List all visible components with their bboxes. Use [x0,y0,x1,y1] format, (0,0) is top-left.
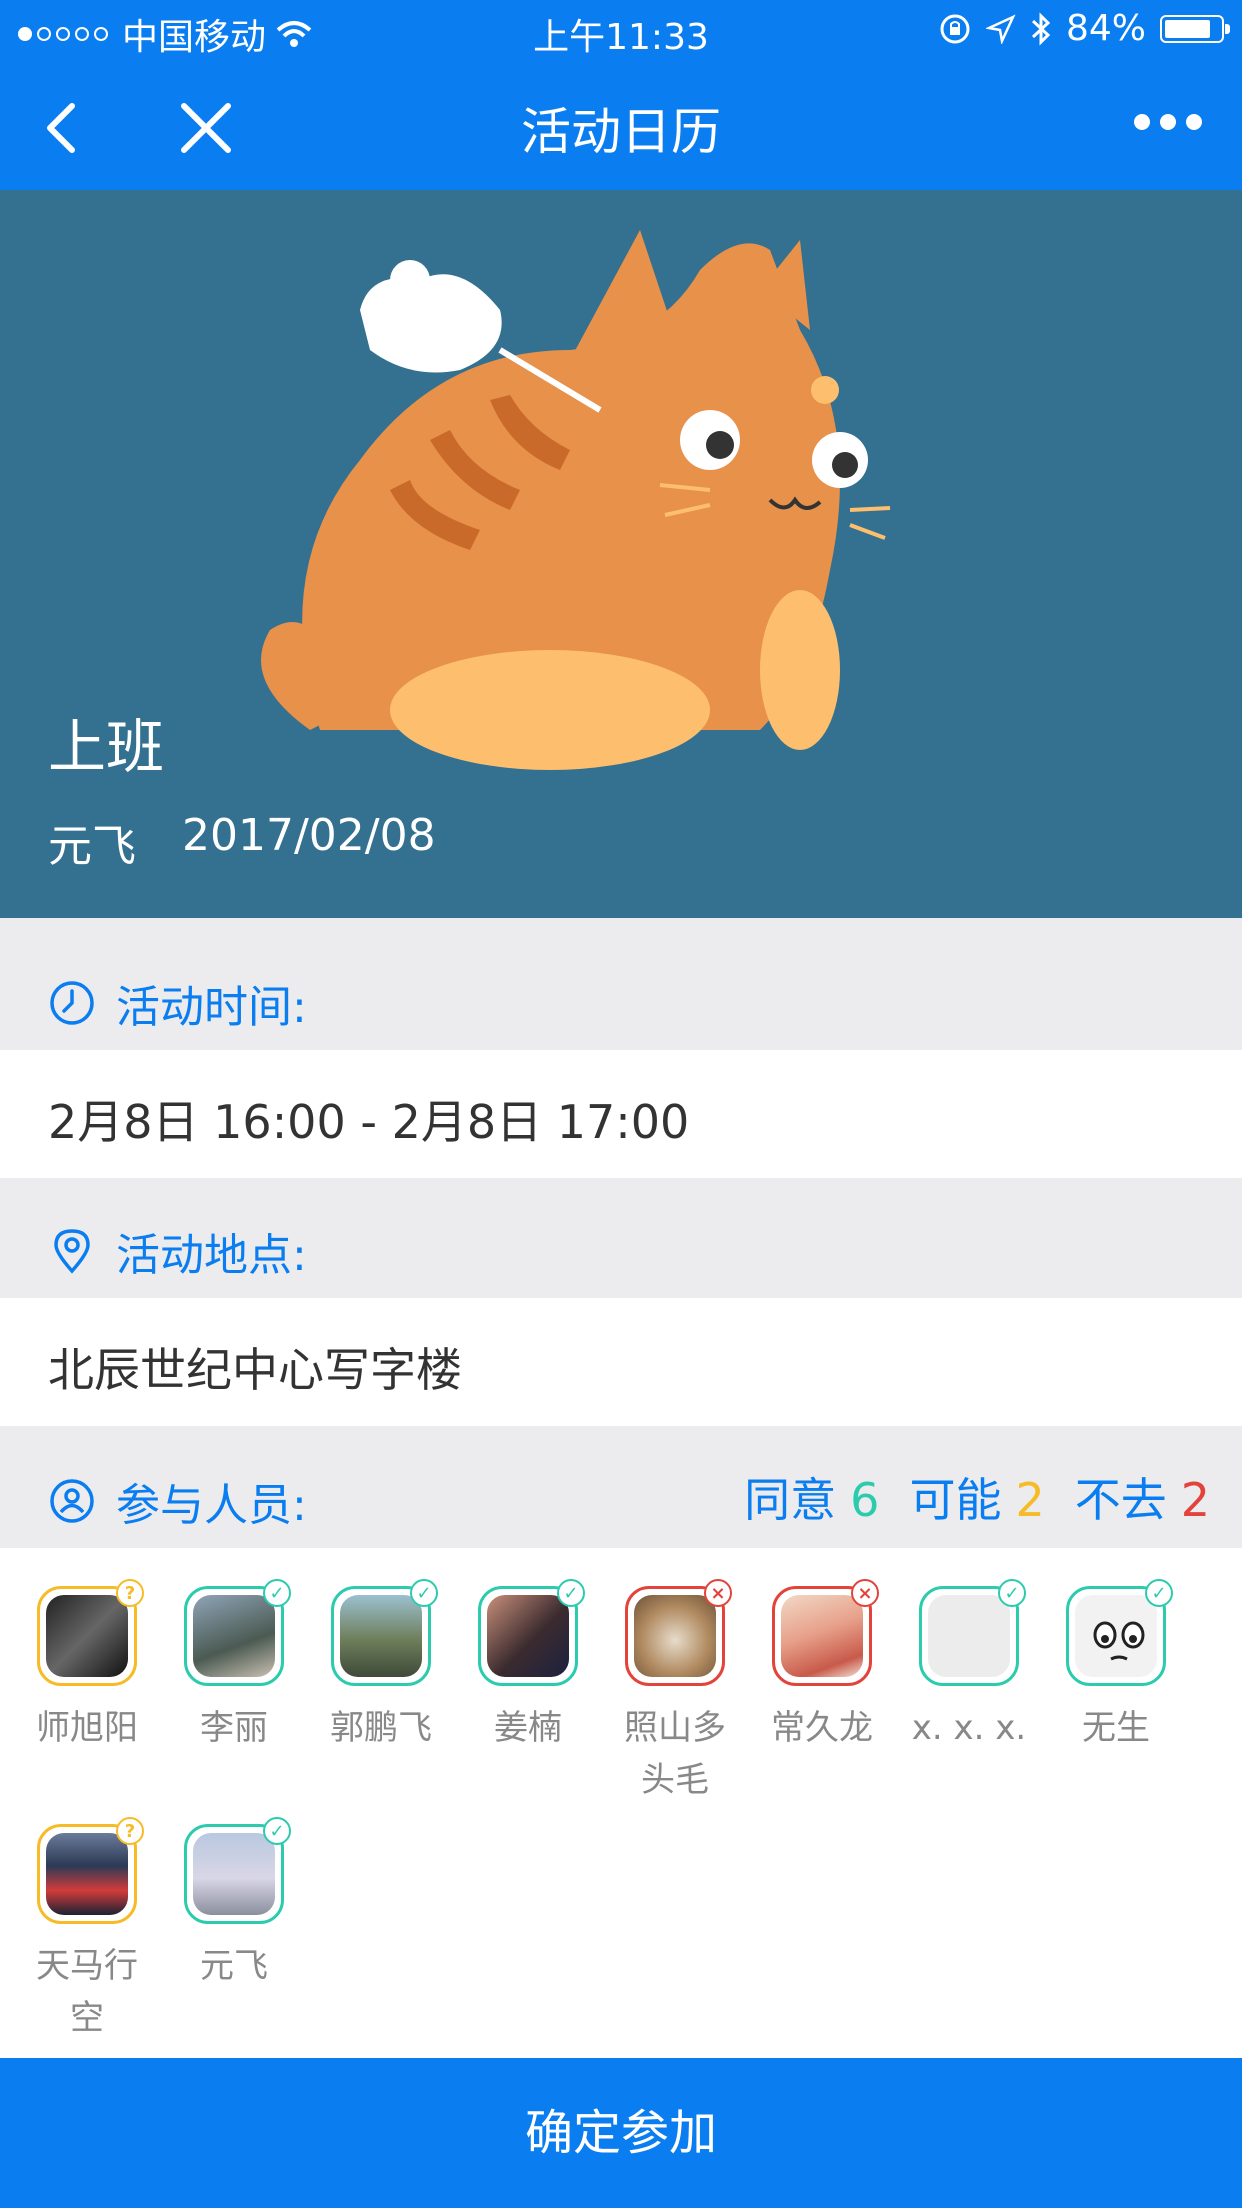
participant-item[interactable]: ? 师旭阳 [14,1579,160,1754]
decline-count: 2 [1180,1473,1210,1527]
status-bar-right: 84% [938,8,1230,49]
avatar: ✓ [184,1817,291,1924]
participants-label: 参与人员: [116,1480,307,1531]
avatar: ✓ [184,1579,291,1686]
place-section-header: 活动地点: [0,1178,1242,1298]
agree-badge-icon: ✓ [557,1579,585,1607]
participant-item[interactable]: ✓ x. x. x. [896,1579,1042,1754]
participant-name: 元飞 [200,1946,268,1986]
maybe-stat[interactable]: 可能 2 [909,1464,1044,1530]
rotation-lock-icon [940,14,970,43]
participant-item[interactable]: ✓ 郭鹏飞 [308,1579,454,1754]
event-time: 2月8日 16:00 - 2月8日 17:00 [48,1095,690,1149]
cat-illustration [261,230,891,770]
status-bar: 中国移动 上午11:33 84% [0,0,1242,64]
time-section-value: 2月8日 16:00 - 2月8日 17:00 [0,1050,1242,1178]
participant-name: 李丽 [200,1708,268,1748]
participant-item[interactable]: × 常久龙 [749,1579,895,1754]
event-title: 上班 [48,713,165,781]
avatar: ? [37,1817,144,1924]
participant-item[interactable]: × 照山多头毛 [602,1579,748,1806]
battery-percent: 84% [1065,8,1146,49]
agree-badge-icon: ✓ [998,1579,1026,1607]
participant-name: x. x. x. [911,1708,1027,1748]
agree-badge-icon: ✓ [263,1817,291,1845]
event-date: 2017/02/08 [182,810,436,861]
participant-name: 姜楠 [494,1708,562,1748]
agree-label: 同意 [744,1473,837,1527]
agree-badge-icon: ✓ [263,1579,291,1607]
event-meta: 元飞 2017/02/08 [48,810,436,874]
event-place: 北辰世纪中心写字楼 [48,1343,462,1397]
participant-item[interactable]: ✓ 元飞 [161,1817,307,1992]
participant-name: 天马行空 [36,1946,138,2038]
face-icon [1093,1621,1145,1661]
maybe-badge-icon: ? [116,1817,144,1845]
place-section-value: 北辰世纪中心写字楼 [0,1298,1242,1426]
page-title: 活动日历 [521,103,721,161]
place-label: 活动地点: [116,1230,307,1281]
participants-grid: ? 师旭阳 ✓ 李丽 ✓ 郭鹏飞 ✓ 姜楠 × 照山多头毛 × 常久龙 ✓ x.… [0,1548,1242,2058]
participant-name: 常久龙 [771,1708,873,1748]
navigation-bar: 活动日历 [0,64,1242,190]
decline-label: 不去 [1074,1473,1167,1527]
participant-name: 无生 [1082,1708,1150,1748]
bluetooth-icon [1031,11,1051,46]
event-cover: 上班 元飞 2017/02/08 [0,190,1242,918]
avatar: ? [37,1579,144,1686]
avatar: ✓ [1066,1579,1173,1686]
participant-item[interactable]: ✓ 无生 [1043,1579,1189,1754]
time-section-header: 活动时间: [0,918,1242,1050]
participant-name: 师旭阳 [36,1708,138,1748]
location-icon [985,13,1016,44]
participant-item[interactable]: ✓ 姜楠 [455,1579,601,1754]
event-author: 元飞 [48,821,136,872]
decline-badge-icon: × [851,1579,879,1607]
time-label: 活动时间: [116,982,307,1033]
participant-item[interactable]: ? 天马行空 [14,1817,160,2044]
battery-level [1165,19,1211,38]
avatar: × [772,1579,879,1686]
decline-badge-icon: × [704,1579,732,1607]
location-pin-icon [54,1229,90,1274]
participant-item[interactable]: ✓ 李丽 [161,1579,307,1754]
maybe-label: 可能 [909,1473,1002,1527]
participant-name: 郭鹏飞 [330,1708,432,1748]
maybe-badge-icon: ? [116,1579,144,1607]
user-icon [50,1479,94,1523]
avatar: × [625,1579,732,1686]
battery-icon [1160,14,1230,43]
participants-section-header: 参与人员: 同意 6 可能 2 不去 2 [0,1426,1242,1548]
agree-stat[interactable]: 同意 6 [744,1464,879,1530]
more-options-icon[interactable] [1134,114,1202,130]
agree-badge-icon: ✓ [1145,1579,1173,1607]
agree-count: 6 [850,1473,880,1527]
agree-badge-icon: ✓ [410,1579,438,1607]
avatar: ✓ [919,1579,1026,1686]
confirm-join-button[interactable]: 确定参加 [0,2058,1242,2208]
maybe-count: 2 [1015,1473,1045,1527]
avatar: ✓ [478,1579,585,1686]
participant-stats: 同意 6 可能 2 不去 2 [744,1460,1210,1534]
clock-icon [50,981,94,1025]
decline-stat[interactable]: 不去 2 [1075,1464,1210,1530]
participant-name: 照山多头毛 [624,1708,726,1800]
avatar: ✓ [331,1579,438,1686]
